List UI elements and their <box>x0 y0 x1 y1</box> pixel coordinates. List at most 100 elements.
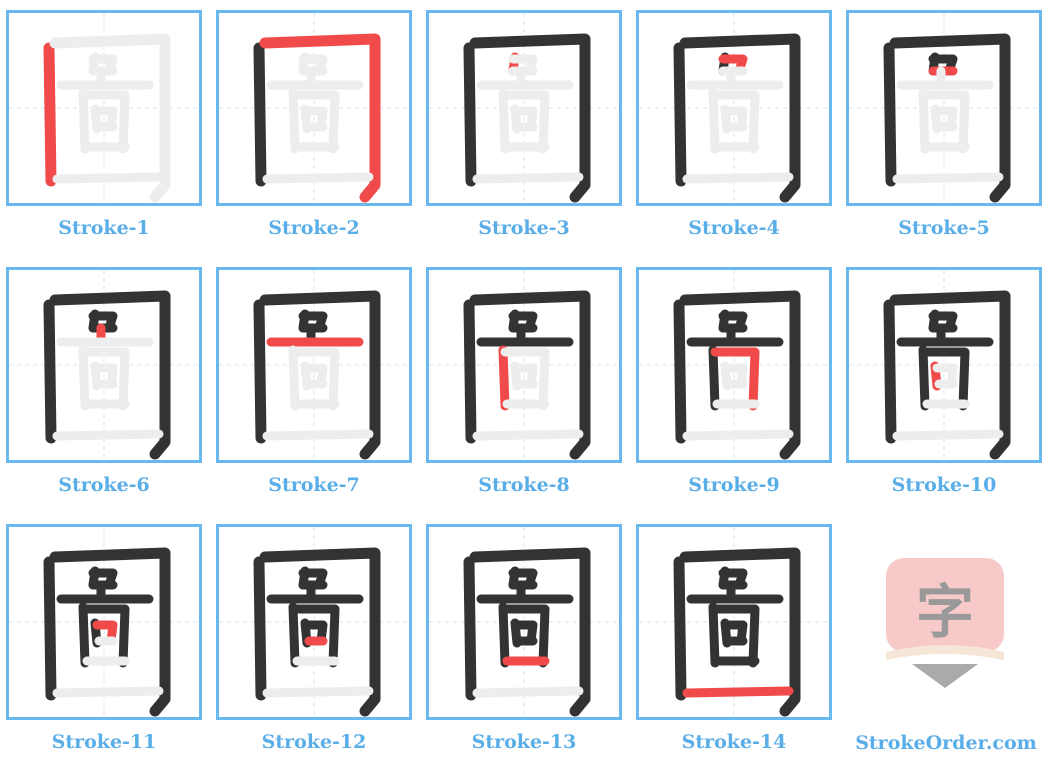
stroke-14 <box>262 686 374 698</box>
stroke-14 <box>892 429 1004 441</box>
stroke-label: Stroke-1 <box>58 217 150 239</box>
stroke-9 <box>290 90 340 154</box>
stroke-1 <box>673 556 687 701</box>
stroke-cell-5 <box>846 10 1042 206</box>
stroke-1 <box>253 556 267 701</box>
stroke-1 <box>253 299 267 444</box>
stroke-14 <box>52 429 164 441</box>
stroke-label: Stroke-9 <box>688 474 780 496</box>
stroke-14 <box>682 429 794 441</box>
stroke-1 <box>253 42 267 187</box>
stroke-14 <box>52 686 164 698</box>
stroke-8 <box>708 345 720 411</box>
stroke-1 <box>463 299 477 444</box>
stroke-cell-4 <box>636 10 832 206</box>
stroke-8 <box>708 88 720 154</box>
stroke-8 <box>78 88 90 154</box>
stroke-8 <box>708 602 720 668</box>
stroke-cell-2 <box>216 10 412 206</box>
stroke-9 <box>500 347 550 411</box>
stroke-diagram <box>849 270 1039 460</box>
stroke-label: Stroke-4 <box>688 217 780 239</box>
stroke-14 <box>472 686 584 698</box>
stroke-diagram <box>429 527 619 717</box>
stroke-label: Stroke-14 <box>681 731 787 753</box>
stroke-14 <box>892 172 1004 184</box>
stroke-8 <box>288 602 300 668</box>
stroke-1 <box>43 556 57 701</box>
stroke-14 <box>52 172 164 184</box>
stroke-diagram <box>639 13 829 203</box>
stroke-cell-9 <box>636 267 832 463</box>
stroke-1 <box>43 42 57 187</box>
stroke-9 <box>710 90 760 154</box>
stroke-diagram <box>639 527 829 717</box>
stroke-diagram <box>429 270 619 460</box>
stroke-1 <box>883 42 897 187</box>
stroke-14 <box>682 686 794 698</box>
stroke-8 <box>498 345 510 411</box>
stroke-9 <box>500 604 550 668</box>
logo-glyph: 字 <box>916 578 974 646</box>
stroke-label: Stroke-7 <box>268 474 360 496</box>
stroke-label: Stroke-13 <box>471 731 577 753</box>
stroke-14 <box>472 172 584 184</box>
stroke-cell-8 <box>426 267 622 463</box>
stroke-8 <box>498 602 510 668</box>
stroke-1 <box>463 42 477 187</box>
stroke-cell-6 <box>6 267 202 463</box>
brush-logo-icon: 字 <box>884 556 1006 690</box>
stroke-cell-1 <box>6 10 202 206</box>
stroke-14 <box>262 429 374 441</box>
stroke-diagram <box>639 270 829 460</box>
stroke-diagram <box>849 13 1039 203</box>
stroke-8 <box>918 88 930 154</box>
stroke-1 <box>673 42 687 187</box>
stroke-diagram <box>219 270 409 460</box>
stroke-label: Stroke-2 <box>268 217 360 239</box>
stroke-diagram <box>429 13 619 203</box>
stroke-8 <box>78 602 90 668</box>
stroke-cell-10 <box>846 267 1042 463</box>
stroke-8 <box>288 345 300 411</box>
stroke-8 <box>288 88 300 154</box>
stroke-9 <box>80 604 130 668</box>
stroke-diagram <box>9 13 199 203</box>
stroke-1 <box>43 299 57 444</box>
stroke-9 <box>920 90 970 154</box>
stroke-diagram <box>9 270 199 460</box>
stroke-label: Stroke-6 <box>58 474 150 496</box>
stroke-cell-14 <box>636 524 832 720</box>
stroke-cell-13 <box>426 524 622 720</box>
stroke-diagram <box>219 527 409 717</box>
stroke-label: Stroke-8 <box>478 474 570 496</box>
stroke-8 <box>918 345 930 411</box>
stroke-14 <box>682 172 794 184</box>
stroke-diagram <box>9 527 199 717</box>
stroke-label: Stroke-5 <box>898 217 990 239</box>
stroke-9 <box>710 604 760 668</box>
stroke-label: Stroke-12 <box>261 731 367 753</box>
stroke-cell-11 <box>6 524 202 720</box>
stroke-diagram <box>219 13 409 203</box>
stroke-9 <box>290 347 340 411</box>
stroke-9 <box>290 604 340 668</box>
stroke-1 <box>673 299 687 444</box>
stroke-label: Stroke-3 <box>478 217 570 239</box>
stroke-9 <box>80 347 130 411</box>
stroke-label: Stroke-11 <box>51 731 157 753</box>
stroke-9 <box>500 90 550 154</box>
site-name[interactable]: StrokeOrder.com <box>846 732 1046 754</box>
stroke-8 <box>78 345 90 411</box>
stroke-1 <box>463 556 477 701</box>
stroke-cell-3 <box>426 10 622 206</box>
stroke-1 <box>883 299 897 444</box>
stroke-label: Stroke-10 <box>891 474 997 496</box>
stroke-cell-7 <box>216 267 412 463</box>
stroke-14 <box>262 172 374 184</box>
stroke-14 <box>472 429 584 441</box>
stroke-9 <box>710 347 760 411</box>
stroke-cell-12 <box>216 524 412 720</box>
stroke-9 <box>80 90 130 154</box>
stroke-8 <box>498 88 510 154</box>
